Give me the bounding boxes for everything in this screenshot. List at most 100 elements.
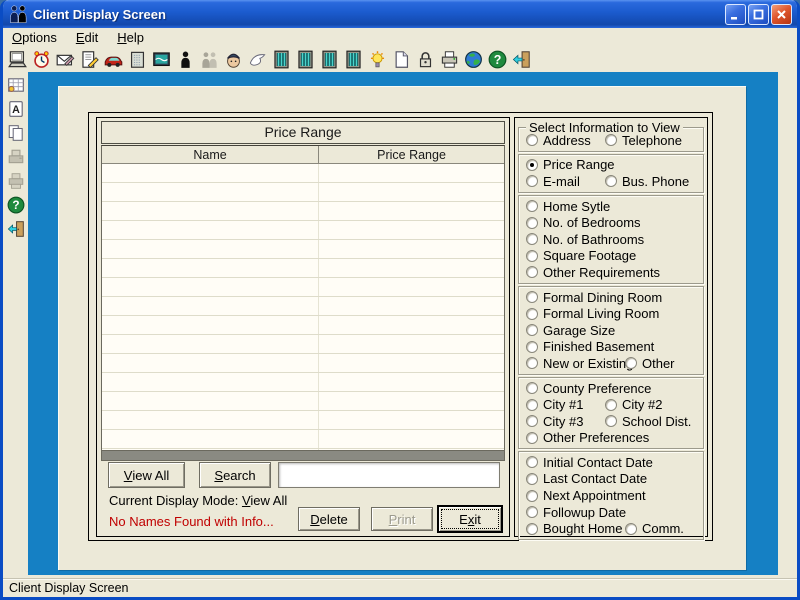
font-a-icon[interactable] bbox=[6, 99, 26, 119]
table-row[interactable] bbox=[102, 430, 504, 449]
radio-button[interactable] bbox=[526, 382, 538, 394]
radio-button[interactable] bbox=[605, 134, 617, 146]
car-icon[interactable] bbox=[102, 49, 124, 71]
door-icon[interactable] bbox=[270, 49, 292, 71]
table-body[interactable] bbox=[102, 164, 504, 450]
radio-button[interactable] bbox=[526, 324, 538, 336]
table-row[interactable] bbox=[102, 183, 504, 202]
radio-option-price-range[interactable]: Price Range bbox=[526, 157, 615, 172]
radio-button[interactable] bbox=[526, 523, 538, 535]
radio-option-telephone[interactable]: Telephone bbox=[605, 133, 682, 148]
table-row[interactable] bbox=[102, 411, 504, 430]
table-row[interactable] bbox=[102, 449, 504, 450]
maximize-button[interactable] bbox=[748, 4, 769, 25]
radio-option-other-preferences[interactable]: Other Preferences bbox=[526, 430, 649, 445]
radio-button[interactable] bbox=[526, 399, 538, 411]
radio-button[interactable] bbox=[526, 233, 538, 245]
printer-icon[interactable] bbox=[438, 49, 460, 71]
table-row[interactable] bbox=[102, 335, 504, 354]
face-icon[interactable] bbox=[222, 49, 244, 71]
tv-icon[interactable] bbox=[150, 49, 172, 71]
exit-button[interactable]: Exit bbox=[437, 505, 503, 533]
help-icon[interactable] bbox=[6, 195, 26, 215]
radio-option-followup-date[interactable]: Followup Date bbox=[526, 505, 626, 520]
padlock-icon[interactable] bbox=[414, 49, 436, 71]
alarm-clock-icon[interactable] bbox=[30, 49, 52, 71]
table-row[interactable] bbox=[102, 392, 504, 411]
copy-icon[interactable] bbox=[6, 123, 26, 143]
radio-button[interactable] bbox=[526, 473, 538, 485]
person-icon[interactable] bbox=[174, 49, 196, 71]
minimize-button[interactable] bbox=[725, 4, 746, 25]
radio-option-address[interactable]: Address bbox=[526, 133, 591, 148]
radio-button[interactable] bbox=[526, 308, 538, 320]
door-icon[interactable] bbox=[318, 49, 340, 71]
table-row[interactable] bbox=[102, 259, 504, 278]
radio-option-initial-contact-date[interactable]: Initial Contact Date bbox=[526, 455, 653, 470]
radio-button[interactable] bbox=[526, 250, 538, 262]
menu-options[interactable]: Options bbox=[12, 30, 57, 45]
exit-door-icon[interactable] bbox=[510, 49, 532, 71]
table-row[interactable] bbox=[102, 164, 504, 183]
close-button[interactable] bbox=[771, 4, 792, 25]
radio-button[interactable] bbox=[526, 341, 538, 353]
radio-option-garage-size[interactable]: Garage Size bbox=[526, 323, 615, 338]
dove-icon[interactable] bbox=[246, 49, 268, 71]
radio-button[interactable] bbox=[526, 506, 538, 518]
radio-button[interactable] bbox=[605, 415, 617, 427]
table-row[interactable] bbox=[102, 240, 504, 259]
radio-button[interactable] bbox=[605, 399, 617, 411]
radio-option-new-or-existing[interactable]: New or Existing bbox=[526, 356, 633, 371]
radio-option-formal-dining-room[interactable]: Formal Dining Room bbox=[526, 290, 662, 305]
radio-button[interactable] bbox=[625, 357, 637, 369]
spreadsheet-icon[interactable] bbox=[6, 75, 26, 95]
radio-option-no-of-bathrooms[interactable]: No. of Bathrooms bbox=[526, 232, 644, 247]
door-icon[interactable] bbox=[294, 49, 316, 71]
page-icon[interactable] bbox=[390, 49, 412, 71]
radio-option-formal-living-room[interactable]: Formal Living Room bbox=[526, 306, 659, 321]
radio-option-county-preference[interactable]: County Preference bbox=[526, 381, 651, 396]
table-row[interactable] bbox=[102, 278, 504, 297]
clipboard-icon[interactable] bbox=[126, 49, 148, 71]
horizontal-scrollbar[interactable] bbox=[101, 451, 505, 461]
radio-button[interactable] bbox=[526, 200, 538, 212]
lightbulb-icon[interactable] bbox=[366, 49, 388, 71]
search-button[interactable]: Search bbox=[199, 462, 271, 488]
radio-option-finished-basement[interactable]: Finished Basement bbox=[526, 339, 654, 354]
view-all-button[interactable]: View All bbox=[108, 462, 185, 488]
radio-option-other[interactable]: Other bbox=[625, 356, 675, 371]
radio-option-city-3[interactable]: City #3 bbox=[526, 414, 583, 429]
table-row[interactable] bbox=[102, 221, 504, 240]
radio-option-e-mail[interactable]: E-mail bbox=[526, 174, 580, 189]
radio-button[interactable] bbox=[526, 490, 538, 502]
menu-help[interactable]: Help bbox=[117, 30, 144, 45]
table-row[interactable] bbox=[102, 373, 504, 392]
globe-icon[interactable] bbox=[462, 49, 484, 71]
radio-button[interactable] bbox=[526, 217, 538, 229]
radio-option-school-dist[interactable]: School Dist. bbox=[605, 414, 691, 429]
radio-option-next-appointment[interactable]: Next Appointment bbox=[526, 488, 646, 503]
radio-button[interactable] bbox=[526, 159, 538, 171]
radio-option-other-requirements[interactable]: Other Requirements bbox=[526, 265, 660, 280]
door-icon[interactable] bbox=[342, 49, 364, 71]
radio-button[interactable] bbox=[526, 291, 538, 303]
radio-option-square-footage[interactable]: Square Footage bbox=[526, 248, 636, 263]
table-row[interactable] bbox=[102, 297, 504, 316]
notepad-pencil-icon[interactable] bbox=[78, 49, 100, 71]
radio-button[interactable] bbox=[625, 523, 637, 535]
table-row[interactable] bbox=[102, 202, 504, 221]
radio-option-bus-phone[interactable]: Bus. Phone bbox=[605, 174, 689, 189]
radio-option-city-1[interactable]: City #1 bbox=[526, 397, 583, 412]
table-row[interactable] bbox=[102, 354, 504, 373]
radio-button[interactable] bbox=[526, 266, 538, 278]
computer-icon[interactable] bbox=[6, 49, 28, 71]
search-input[interactable] bbox=[278, 462, 500, 488]
radio-button[interactable] bbox=[526, 415, 538, 427]
table-row[interactable] bbox=[102, 316, 504, 335]
radio-option-bought-home[interactable]: Bought Home bbox=[526, 521, 623, 536]
radio-button[interactable] bbox=[526, 432, 538, 444]
radio-option-no-of-bedrooms[interactable]: No. of Bedrooms bbox=[526, 215, 641, 230]
radio-button[interactable] bbox=[605, 175, 617, 187]
radio-option-city-2[interactable]: City #2 bbox=[605, 397, 662, 412]
radio-option-comm[interactable]: Comm. bbox=[625, 521, 684, 536]
